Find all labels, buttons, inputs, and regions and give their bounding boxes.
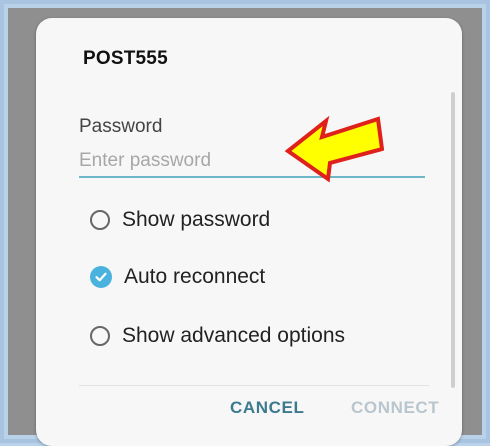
connect-button[interactable]: CONNECT bbox=[347, 396, 443, 420]
show-password-radio[interactable] bbox=[90, 210, 110, 230]
network-name-title: POST555 bbox=[83, 48, 168, 69]
wifi-password-dialog: POST555 Password Show password Auto reco… bbox=[36, 18, 462, 446]
button-divider bbox=[79, 385, 429, 386]
show-advanced-options-radio[interactable] bbox=[90, 326, 110, 346]
checkmark-icon bbox=[95, 272, 107, 282]
show-advanced-options-option[interactable]: Show advanced options bbox=[90, 321, 345, 351]
auto-reconnect-label: Auto reconnect bbox=[124, 265, 266, 288]
auto-reconnect-checkbox[interactable] bbox=[90, 266, 112, 288]
cancel-button[interactable]: CANCEL bbox=[226, 396, 308, 420]
show-advanced-options-label: Show advanced options bbox=[122, 324, 345, 347]
dialog-scrollbar[interactable] bbox=[451, 92, 455, 388]
password-label: Password bbox=[79, 116, 163, 137]
auto-reconnect-option[interactable]: Auto reconnect bbox=[90, 262, 265, 292]
show-password-option[interactable]: Show password bbox=[90, 205, 270, 235]
annotation-arrow-icon bbox=[284, 115, 384, 183]
show-password-label: Show password bbox=[122, 208, 271, 231]
